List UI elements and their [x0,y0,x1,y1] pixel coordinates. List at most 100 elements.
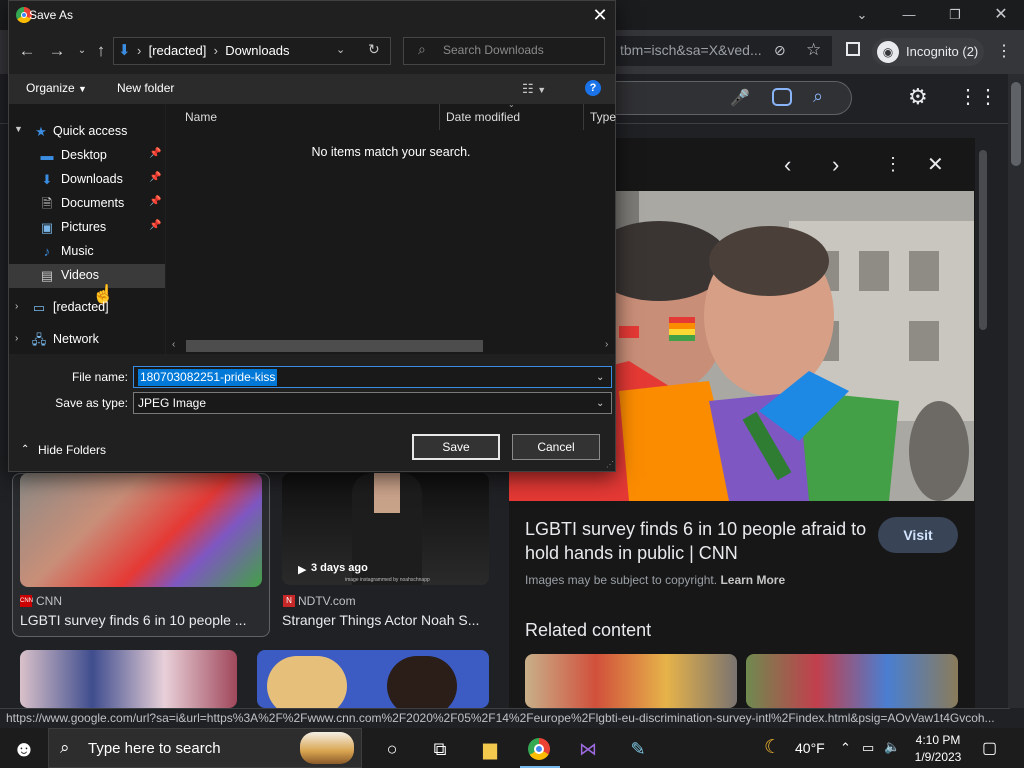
visit-button[interactable]: Visit [878,517,958,553]
clock-date[interactable]: 1/9/2023 [906,750,970,764]
network-tray-icon[interactable]: ▭ [862,740,874,756]
visual-studio-icon[interactable]: ⋈ [568,732,608,768]
lens-icon[interactable] [772,88,792,106]
close-viewer-icon[interactable]: ✕ [927,152,944,177]
viewer-scroll-thumb[interactable] [979,150,987,330]
settings-gear-icon[interactable]: ⚙ [908,84,928,110]
address-bar-text: tbm=isch&sa=X&ved... [620,42,762,58]
hide-folders-button[interactable]: Hide Folders [38,443,106,457]
weather-temperature[interactable]: 40°F [795,740,825,756]
file-name-dropdown-icon[interactable]: ⌄ [596,372,604,383]
scroll-left-icon[interactable]: ‹ [172,339,175,350]
download-icon: ⬇ [41,172,53,187]
voice-search-icon[interactable]: 🎤 [730,88,750,108]
file-name-label: File name: [71,370,128,384]
nav-item-music[interactable]: ♪ Music [9,240,165,264]
collapse-chevron-icon[interactable]: › [15,333,18,344]
bookmark-star-icon[interactable]: ☆ [806,40,821,60]
related-image[interactable] [525,654,737,708]
show-hidden-icons-chevron-icon[interactable]: ⌃ [840,740,851,756]
breadcrumb-item[interactable]: Downloads [225,43,289,58]
video-play-icon: ▶ [298,564,307,576]
resize-grip-icon[interactable]: ⋰ [606,460,614,469]
tab-search-icon[interactable]: ⌄ [842,4,882,26]
forward-arrow-icon[interactable]: → [45,38,69,64]
result-thumbnail[interactable] [257,650,489,708]
clock-time[interactable]: 4:10 PM [906,733,970,747]
help-icon[interactable]: ? [585,80,601,96]
star-icon: ★ [35,124,47,139]
save-type-label: Save as type: [55,396,128,410]
result-title[interactable]: Stranger Things Actor Noah S... [282,612,492,628]
browser-menu-icon[interactable]: ⋮ [996,41,1012,61]
next-icon[interactable]: › [832,152,839,178]
pin-icon: 📌 [149,220,162,231]
cortana-circle-icon[interactable]: ○ [372,732,412,768]
column-separator[interactable] [583,104,584,130]
result-title[interactable]: LGBTI survey finds 6 in 10 people afraid… [525,517,870,565]
more-options-icon[interactable]: ⋮ [884,154,902,175]
file-name-value[interactable]: 180703082251-pride-kiss [138,369,278,386]
nav-item-videos[interactable]: ▤ Videos [9,264,165,288]
nav-item-desktop[interactable]: ▬ Desktop 📌 [9,144,165,168]
previous-icon[interactable]: ‹ [784,152,791,178]
refresh-icon[interactable]: ↻ [368,41,380,58]
column-header-date-modified[interactable]: Date modified [446,110,520,124]
breadcrumb-item[interactable]: [redacted] [149,43,207,58]
document-icon: 🗎 [41,196,53,211]
search-highlight-image[interactable] [300,732,354,764]
empty-state-message: No items match your search. [311,145,471,159]
task-view-icon[interactable]: ⧉ [420,732,460,768]
column-header-name[interactable]: Name [185,110,217,124]
back-arrow-icon[interactable]: ← [15,38,39,64]
up-arrow-icon[interactable]: ↑ [89,38,113,64]
notifications-icon[interactable]: ▢ [982,738,997,758]
organize-button[interactable]: Organize ▼ [26,81,87,95]
nav-item-label: Desktop [61,148,107,162]
view-options-icon[interactable]: ☷ ▼ [522,81,546,97]
new-folder-button[interactable]: New folder [117,81,174,95]
image-credit-text: image instagrammed by noahschnapp [345,577,430,583]
result-thumbnail[interactable] [20,473,262,587]
download-folder-icon: ⬇ [118,42,131,59]
apps-grid-icon[interactable]: ⋮⋮ [958,84,998,109]
side-panel-icon[interactable] [846,42,860,56]
related-image[interactable] [746,654,958,708]
volume-icon[interactable]: 🔈 [884,739,900,755]
restore-button[interactable]: ❐ [935,4,975,26]
save-button[interactable]: Save [412,434,500,460]
eye-off-icon[interactable]: ⊘ [774,42,786,59]
page-scrollbar[interactable] [1008,74,1024,708]
page-scroll-thumb[interactable] [1011,82,1021,166]
pictures-icon: ▣ [40,220,54,235]
nav-item-documents[interactable]: 🗎 Documents 📌 [9,192,165,216]
scroll-right-icon[interactable]: › [605,339,608,350]
nav-item-pictures[interactable]: ▣ Pictures 📌 [9,216,165,240]
result-title[interactable]: LGBTI survey finds 6 in 10 people ... [20,612,260,628]
nav-item-quick-access[interactable]: ★ Quick access [9,120,165,144]
dialog-close-button[interactable]: ✕ [586,3,614,27]
organize-label: Organize [26,81,75,95]
cancel-button[interactable]: Cancel [512,434,600,460]
nav-item-this-pc[interactable]: › ▭ [redacted] [9,296,165,320]
search-icon[interactable]: ⌕ [813,86,823,107]
minimize-button[interactable]: — [889,4,929,26]
result-thumbnail[interactable] [20,650,237,708]
save-type-dropdown-icon[interactable]: ⌄ [596,398,604,409]
learn-more-link[interactable]: Learn More [720,573,785,587]
nav-item-network[interactable]: › 🖧 Network [9,328,165,352]
file-explorer-icon[interactable]: ▆ [470,732,510,768]
sort-indicator-icon: ⌄ [508,100,515,109]
notepad-icon[interactable]: ✎ [618,732,658,768]
chrome-taskbar-icon[interactable] [520,732,560,768]
nav-item-downloads[interactable]: ⬇ Downloads 📌 [9,168,165,192]
column-header-type[interactable]: Type [590,110,616,124]
start-mask-icon[interactable]: ☻ [4,732,44,768]
collapse-chevron-icon[interactable]: › [15,301,18,312]
nav-item-label: Quick access [53,124,128,138]
column-separator[interactable] [439,104,440,130]
close-window-button[interactable]: ✕ [981,4,1021,26]
dialog-search-placeholder: Search Downloads [443,43,544,57]
horizontal-scroll-thumb[interactable] [186,340,483,352]
address-dropdown-icon[interactable]: ⌄ [336,43,345,56]
